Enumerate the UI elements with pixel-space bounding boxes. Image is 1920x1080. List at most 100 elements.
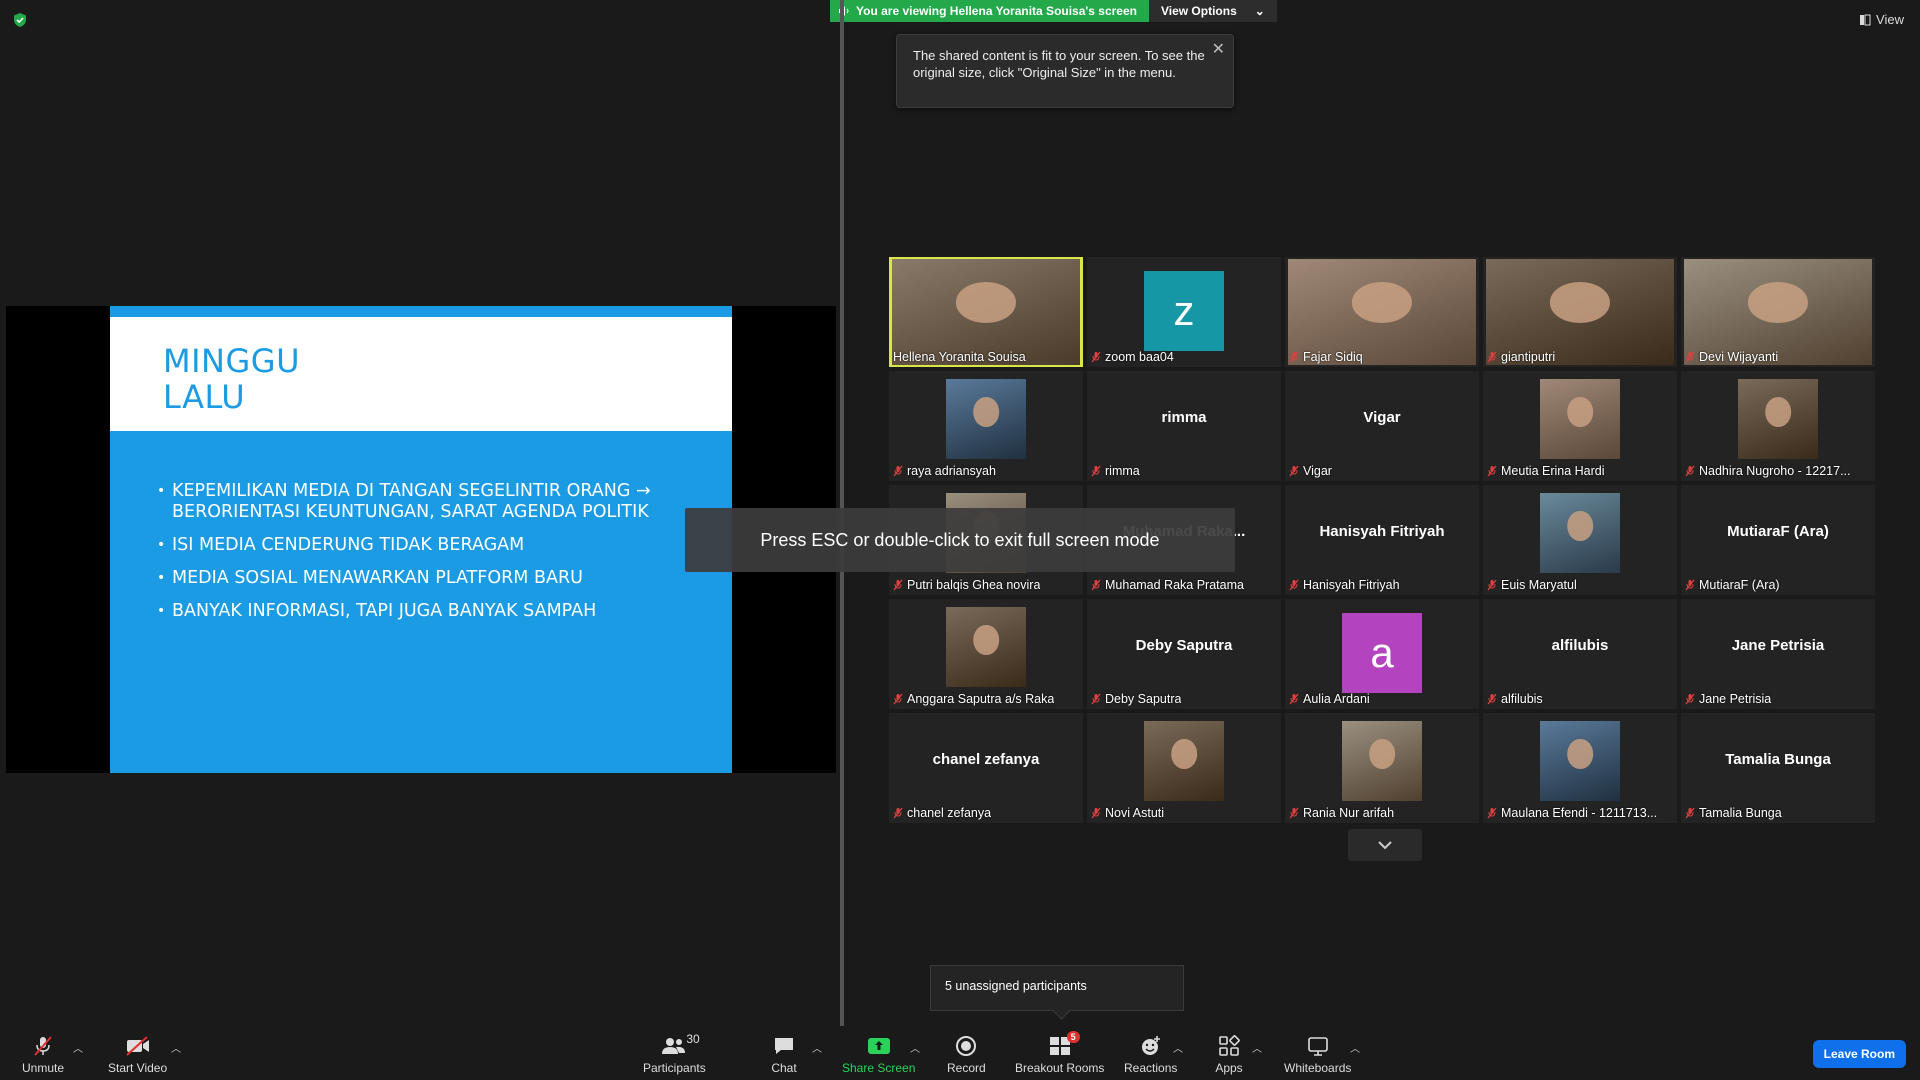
participant-tile[interactable]: giantiputri <box>1483 257 1677 367</box>
whiteboards-button[interactable]: Whiteboards <box>1284 1034 1351 1075</box>
participant-name: alfilubis <box>1501 692 1543 706</box>
tooltip-text: The shared content is fit to your screen… <box>913 48 1205 80</box>
gallery-next-page-button[interactable] <box>1348 829 1422 861</box>
participant-center-name: Vigar <box>1363 409 1401 426</box>
participant-center-name: Deby Saputra <box>1135 637 1233 654</box>
whiteboards-options-caret-icon[interactable]: ︿ <box>1350 1040 1360 1055</box>
participant-tile[interactable]: MutiaraF (Ara) MutiaraF (Ara) <box>1681 485 1875 595</box>
participant-tile[interactable]: Jane Petrisia Jane Petrisia <box>1681 599 1875 709</box>
participant-tile[interactable]: Nadhira Nugroho - 12217... <box>1681 371 1875 481</box>
video-options-caret-icon[interactable]: ︿ <box>171 1040 181 1055</box>
reactions-smiley-icon <box>1141 1036 1160 1055</box>
encryption-shield-icon[interactable] <box>12 12 28 28</box>
unassigned-participants-popup[interactable]: 5 unassigned participants <box>930 965 1184 1011</box>
view-options-button[interactable]: View Options ⌄ <box>1148 0 1277 22</box>
close-icon[interactable]: ✕ <box>1212 41 1225 58</box>
apps-options-caret-icon[interactable]: ︿ <box>1252 1040 1262 1055</box>
participant-name: Nadhira Nugroho - 12217... <box>1699 464 1851 478</box>
mic-muted-icon <box>1487 465 1497 477</box>
breakout-rooms-label: Breakout Rooms <box>1015 1061 1105 1075</box>
share-screen-button[interactable]: Share Screen <box>842 1034 915 1075</box>
person-silhouette <box>1747 282 1809 323</box>
mic-muted-icon <box>1487 351 1497 363</box>
participant-tile[interactable]: chanel zefanya chanel zefanya <box>889 713 1083 823</box>
participant-name: Rania Nur arifah <box>1303 806 1395 820</box>
mic-muted-icon <box>1289 465 1299 477</box>
breakout-rooms-button[interactable]: 5 Breakout Rooms <box>1015 1031 1105 1075</box>
participant-center-name: alfilubis <box>1551 637 1609 654</box>
person-silhouette <box>1567 510 1593 541</box>
participant-name-label: Anggara Saputra a/s Raka <box>893 692 1054 706</box>
person-silhouette <box>973 396 999 427</box>
reactions-label: Reactions <box>1124 1061 1178 1075</box>
mic-muted-icon <box>893 465 903 477</box>
participant-avatar-photo <box>1540 379 1620 459</box>
participant-tile[interactable]: Tamalia Bunga Tamalia Bunga <box>1681 713 1875 823</box>
view-button[interactable]: View <box>1859 12 1904 27</box>
participant-avatar-photo <box>1540 493 1620 573</box>
participant-name: Maulana Efendi - 1211713... <box>1501 806 1658 820</box>
reactions-button[interactable]: Reactions <box>1124 1034 1177 1075</box>
unassigned-text: 5 unassigned participants <box>945 979 1087 993</box>
participant-name: raya adriansyah <box>907 464 996 478</box>
participant-name: Putri balqis Ghea novira <box>907 578 1041 592</box>
audio-options-caret-icon[interactable]: ︿ <box>73 1040 83 1055</box>
participant-name-label: raya adriansyah <box>893 464 996 478</box>
participants-count: 30 <box>686 1032 700 1046</box>
participant-tile[interactable]: Fajar Sidiq <box>1285 257 1479 367</box>
participant-tile[interactable]: Deby Saputra Deby Saputra <box>1087 599 1281 709</box>
participant-tile[interactable]: rimma rimma <box>1087 371 1281 481</box>
participant-tile[interactable]: Hellena Yoranita Souisa <box>889 257 1083 367</box>
participants-button[interactable]: 30 Participants <box>643 1032 706 1075</box>
meeting-window: You are viewing Hellena Yoranita Souisa'… <box>0 0 1920 1080</box>
person-silhouette <box>1171 738 1197 769</box>
participant-tile[interactable]: Meutia Erina Hardi <box>1483 371 1677 481</box>
leave-room-button[interactable]: Leave Room <box>1812 1040 1906 1068</box>
participant-tile[interactable]: Hanisyah Fitriyah Hanisyah Fitriyah <box>1285 485 1479 595</box>
participant-tile[interactable]: Rania Nur arifah <box>1285 713 1479 823</box>
participant-avatar-photo <box>946 379 1026 459</box>
person-silhouette <box>973 624 999 655</box>
slide-title-line2: LALU <box>163 378 246 416</box>
unmute-button[interactable]: Unmute <box>22 1034 64 1075</box>
participant-name: Euis Maryatul <box>1501 578 1577 592</box>
participant-tile[interactable]: Novi Astuti <box>1087 713 1281 823</box>
share-banner: You are viewing Hellena Yoranita Souisa'… <box>830 0 1277 22</box>
participant-tile[interactable]: z zoom baa04 <box>1087 257 1281 367</box>
participant-tile[interactable]: Euis Maryatul <box>1483 485 1677 595</box>
apps-button[interactable]: Apps <box>1215 1034 1243 1075</box>
meeting-toolbar: Unmute ︿ Start Video ︿ 30 Participants C… <box>0 1026 1920 1080</box>
presentation-slide: MINGGU LALU KEPEMILIKAN MEDIA DI TANGAN … <box>110 306 732 773</box>
participant-tile[interactable]: Vigar Vigar <box>1285 371 1479 481</box>
participant-tile[interactable]: Maulana Efendi - 1211713... <box>1483 713 1677 823</box>
participant-name: Jane Petrisia <box>1699 692 1772 706</box>
record-button[interactable]: Record <box>947 1034 986 1075</box>
mic-muted-icon <box>893 693 903 705</box>
participant-tile[interactable]: alfilubis alfilubis <box>1483 599 1677 709</box>
participant-avatar-letter: z <box>1144 271 1224 351</box>
participants-label: Participants <box>643 1061 706 1075</box>
participant-name: MutiaraF (Ara) <box>1699 578 1780 592</box>
leave-room-label: Leave Room <box>1823 1047 1895 1061</box>
participant-tile[interactable]: raya adriansyah <box>889 371 1083 481</box>
chevron-down-icon: ⌄ <box>1254 4 1265 18</box>
share-options-caret-icon[interactable]: ︿ <box>910 1040 920 1055</box>
participant-name-label: alfilubis <box>1487 692 1543 706</box>
slide-bullet: KEPEMILIKAN MEDIA DI TANGAN SEGELINTIR O… <box>157 481 712 523</box>
chat-options-caret-icon[interactable]: ︿ <box>812 1040 822 1055</box>
participant-name: Fajar Sidiq <box>1303 350 1363 364</box>
mic-muted-icon <box>1289 807 1299 819</box>
participant-name: Vigar <box>1303 464 1332 478</box>
participant-tile[interactable]: Devi Wijayanti <box>1681 257 1875 367</box>
person-silhouette <box>1567 738 1593 769</box>
chat-button[interactable]: Chat <box>770 1034 798 1075</box>
participant-name-label: Euis Maryatul <box>1487 578 1577 592</box>
start-video-button[interactable]: Start Video <box>108 1034 167 1075</box>
participant-name-label: Meutia Erina Hardi <box>1487 464 1605 478</box>
participant-tile[interactable]: Anggara Saputra a/s Raka <box>889 599 1083 709</box>
participant-name: Hanisyah Fitriyah <box>1303 578 1400 592</box>
reactions-options-caret-icon[interactable]: ︿ <box>1173 1040 1183 1055</box>
participant-tile[interactable]: a Aulia Ardani <box>1285 599 1479 709</box>
participant-name-label: giantiputri <box>1487 350 1555 364</box>
participant-name: Aulia Ardani <box>1303 692 1370 706</box>
